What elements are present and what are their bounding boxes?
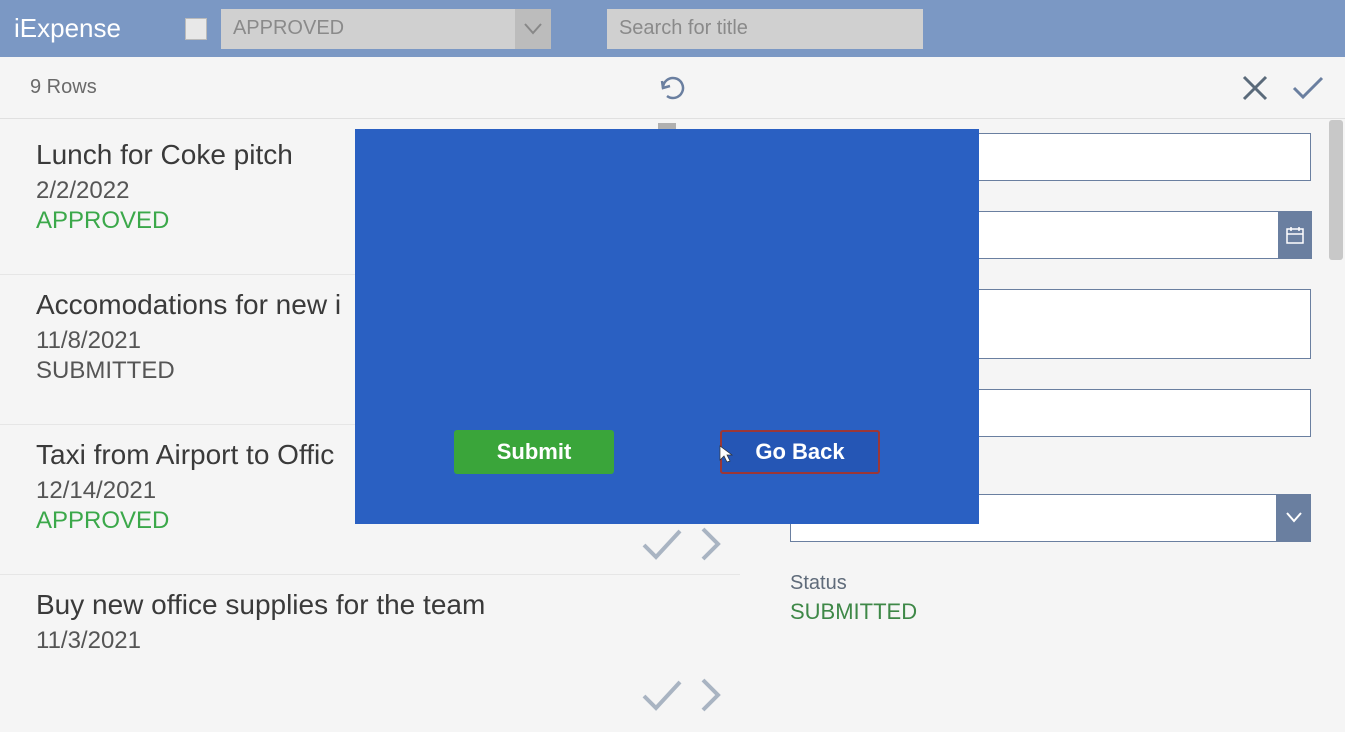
submit-button-label: Submit [497,439,572,465]
refresh-button[interactable] [658,73,688,103]
drag-handle-icon[interactable] [658,123,676,129]
list-toolbar: 9 Rows [0,57,1345,119]
approve-item-button[interactable] [640,527,684,561]
date-picker-button[interactable] [1278,211,1312,259]
check-icon [640,678,684,712]
close-button[interactable] [1241,74,1269,102]
confirm-modal: Submit Go Back [355,129,979,524]
field-group-status: Status SUBMITTED [790,572,1311,625]
search-placeholder: Search for title [619,17,748,40]
app-header: iExpense APPROVED Search for title [0,0,1345,57]
status-label: Status [790,572,1311,595]
cursor-icon [718,444,734,464]
search-input[interactable]: Search for title [607,9,923,49]
open-item-button[interactable] [700,526,722,562]
submit-button[interactable]: Submit [454,430,614,474]
chevron-right-icon [700,526,722,562]
row-count-label: 9 Rows [30,76,97,99]
scrollbar[interactable] [1329,120,1343,260]
list-item-title: Buy new office supplies for the team [36,589,730,621]
chevron-down-icon [1277,494,1311,542]
open-item-button[interactable] [700,677,722,713]
status-filter-value: APPROVED [233,17,344,40]
status-value: SUBMITTED [790,599,1311,625]
go-back-button[interactable]: Go Back [720,430,880,474]
list-item-date: 11/3/2021 [36,627,730,655]
chevron-right-icon [700,677,722,713]
status-filter-select[interactable]: APPROVED [221,9,551,49]
close-icon [1241,74,1269,102]
refresh-icon [658,73,688,103]
go-back-button-label: Go Back [755,439,844,465]
select-all-checkbox[interactable] [185,18,207,40]
check-icon [640,527,684,561]
app-title: iExpense [14,13,121,44]
check-icon [1291,75,1325,101]
approve-item-button[interactable] [640,678,684,712]
chevron-down-icon [515,9,551,49]
list-item[interactable]: Buy new office supplies for the team 11/… [0,575,740,725]
confirm-button[interactable] [1291,75,1325,101]
calendar-icon [1285,225,1305,245]
